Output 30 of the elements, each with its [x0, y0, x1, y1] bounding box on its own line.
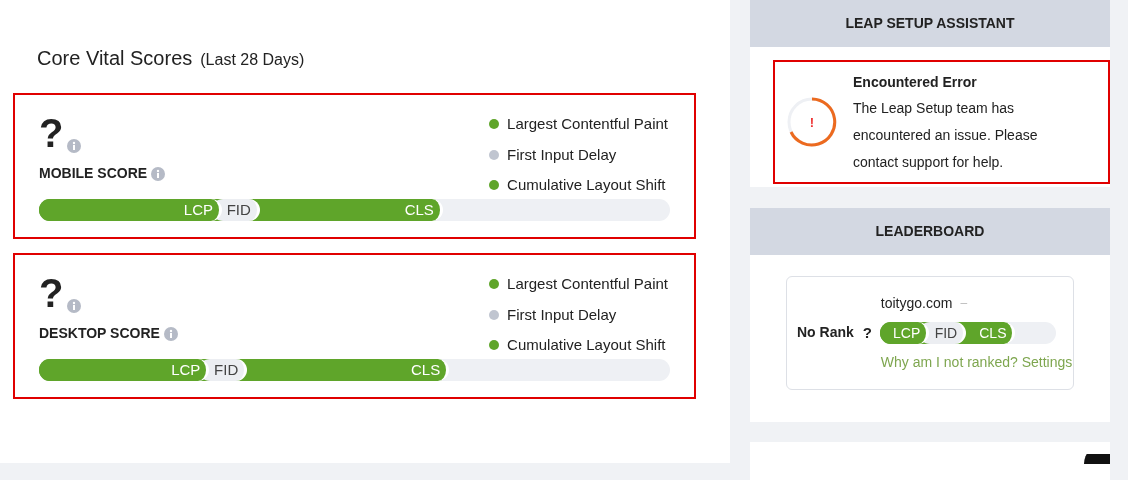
section-title: Core Vital Scores — [37, 46, 193, 71]
legend-label: Cumulative Layout Shift — [507, 335, 666, 355]
score-segment: LCP — [39, 359, 210, 381]
info-icon[interactable] — [67, 139, 82, 153]
info-icon[interactable] — [151, 166, 166, 181]
score-label: MOBILE SCORE — [39, 164, 148, 183]
panel-header: LEAP SETUP ASSISTANT — [750, 0, 1110, 47]
progress-ring-icon — [787, 97, 837, 147]
score-segment: LCP — [879, 322, 930, 345]
section-subtitle: (Last 28 Days) — [200, 50, 305, 70]
info-icon[interactable] — [163, 326, 178, 341]
rank-label: No Rank — [797, 322, 854, 342]
legend-label: Largest Contentful Paint — [507, 274, 668, 294]
info-icon[interactable] — [67, 299, 82, 313]
legend-label: Largest Contentful Paint — [507, 114, 668, 134]
error-message: The Leap Setup team has encountered an issue. Please contact support for help. — [853, 98, 1039, 172]
dash-mark: – — [960, 295, 968, 313]
site-name: toitygo.com — [880, 293, 953, 313]
legend-label: First Input Delay — [507, 144, 617, 165]
score-value: ? — [39, 273, 64, 313]
score-value: ? — [39, 113, 64, 153]
score-segment: LCP — [39, 199, 222, 221]
help-link[interactable]: Why am I not ranked? Settings — [880, 352, 1073, 374]
score-value: ? — [862, 322, 872, 343]
error-mark: ! — [809, 115, 815, 129]
legend-label: First Input Delay — [507, 304, 617, 325]
legend-label: Cumulative Layout Shift — [507, 175, 666, 195]
error-title: Encountered Error — [853, 72, 978, 92]
score-label: DESKTOP SCORE — [39, 324, 160, 343]
panel-header: LEADERBOARD — [750, 208, 1110, 256]
